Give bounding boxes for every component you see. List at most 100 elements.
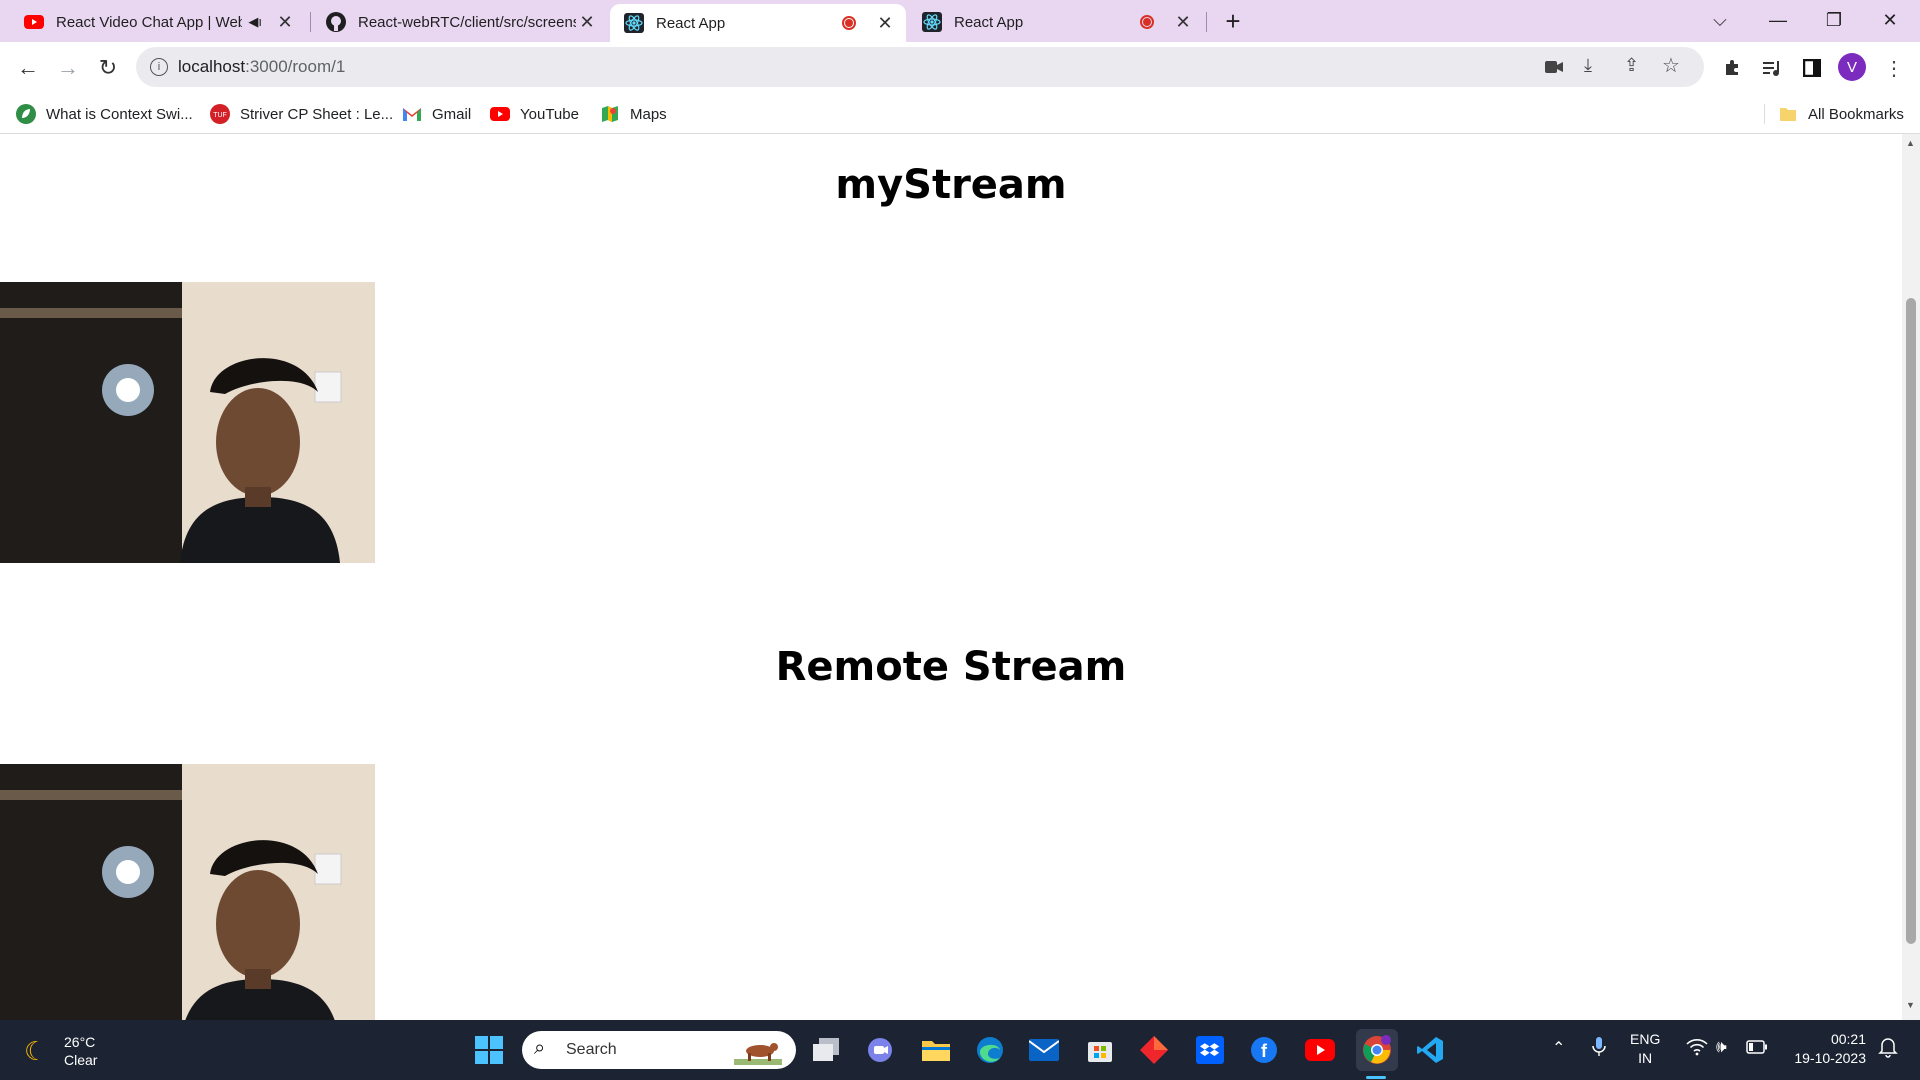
show-hidden-icons-icon[interactable]: ⌃ xyxy=(1552,1038,1565,1058)
clock-date: 19-10-2023 xyxy=(1794,1050,1866,1066)
wifi-icon[interactable] xyxy=(1686,1038,1708,1061)
close-tab-icon[interactable]: ✕ xyxy=(1172,11,1194,33)
tab-search-icon[interactable]: ⌵ xyxy=(1692,0,1748,40)
media-control-icon[interactable] xyxy=(1758,54,1786,82)
page-scrollbar[interactable]: ▲ ▼ xyxy=(1902,134,1920,1020)
taskbar-search[interactable]: ⌕ Search xyxy=(522,1031,796,1069)
tab-youtube[interactable]: React Video Chat App | Web ◀ı ✕ xyxy=(10,5,306,39)
clock-time: 00:21 xyxy=(1830,1031,1866,1047)
scrollbar-thumb[interactable] xyxy=(1906,298,1916,944)
region-code: IN xyxy=(1638,1050,1653,1066)
leaf-icon xyxy=(16,104,36,124)
site-info-icon[interactable]: i xyxy=(150,58,168,76)
install-app-icon[interactable]: ⤓ xyxy=(1584,55,1592,76)
moon-icon: ☾ xyxy=(24,1036,48,1066)
minimize-icon[interactable]: — xyxy=(1750,0,1806,40)
vscode-icon[interactable] xyxy=(1412,1032,1448,1068)
remote-stream-heading: Remote Stream xyxy=(775,644,1127,690)
bookmark-item[interactable]: Maps xyxy=(600,102,667,126)
system-clock[interactable]: 00:21 19-10-2023 xyxy=(1782,1030,1866,1068)
close-window-icon[interactable]: ✕ xyxy=(1862,0,1918,40)
bookmark-item[interactable]: YouTube xyxy=(490,102,579,126)
chrome-taskbar-icon[interactable] xyxy=(1356,1029,1398,1071)
bookmark-label: Gmail xyxy=(432,105,472,123)
windows-taskbar: ☾ 26°C Clear ⌕ Search f ⌃ ENG IN 🕪 00:21… xyxy=(0,1020,1920,1080)
browser-toolbar: ← → ↻ i localhost:3000/room/1 ⤓ ⇪ ☆ V ⋮ xyxy=(0,42,1920,94)
search-placeholder: Search xyxy=(566,1041,617,1058)
bookmark-item[interactable]: Gmail xyxy=(402,102,471,126)
tab-separator xyxy=(310,12,311,32)
scroll-down-icon[interactable]: ▼ xyxy=(1906,1000,1915,1010)
close-tab-icon[interactable]: ✕ xyxy=(274,11,296,33)
bookmarks-divider xyxy=(1764,104,1765,124)
reload-icon[interactable]: ↻ xyxy=(92,52,124,84)
bookmark-star-icon[interactable]: ☆ xyxy=(1662,53,1680,78)
language-indicator[interactable]: ENG IN xyxy=(1630,1030,1660,1068)
windows-start-icon[interactable] xyxy=(471,1032,507,1068)
bookmark-label: Striver CP Sheet : Le... xyxy=(240,105,394,123)
close-tab-icon[interactable]: ✕ xyxy=(576,11,598,33)
camera-in-use-icon[interactable] xyxy=(1544,57,1564,77)
forward-icon[interactable]: → xyxy=(52,52,84,84)
share-icon[interactable]: ⇪ xyxy=(1624,55,1639,76)
recording-icon xyxy=(1140,15,1154,29)
tab-react-app[interactable]: React App ✕ xyxy=(908,5,1204,39)
remote-stream-video[interactable] xyxy=(0,764,375,1020)
microphone-icon[interactable] xyxy=(1592,1036,1606,1063)
all-bookmarks-button[interactable]: All Bookmarks xyxy=(1778,102,1904,126)
bookmark-item[interactable]: TUF Striver CP Sheet : Le... xyxy=(210,102,393,126)
volume-icon[interactable]: 🕪 xyxy=(1716,1037,1727,1057)
language-code: ENG xyxy=(1630,1031,1661,1047)
url-text[interactable]: localhost:3000/room/1 xyxy=(178,57,345,77)
react-icon xyxy=(624,13,644,33)
tuf-icon: TUF xyxy=(210,104,230,124)
profile-avatar[interactable]: V xyxy=(1838,53,1866,81)
microsoft-store-icon[interactable] xyxy=(1082,1032,1118,1068)
red-diamond-app-icon[interactable] xyxy=(1136,1032,1172,1068)
folder-icon xyxy=(1778,104,1798,124)
youtube-icon xyxy=(490,104,510,124)
close-tab-icon[interactable]: ✕ xyxy=(874,12,896,34)
back-icon[interactable]: ← xyxy=(12,52,44,84)
search-highlight-icon xyxy=(734,1035,782,1070)
dropbox-icon[interactable] xyxy=(1192,1032,1228,1068)
react-icon xyxy=(922,12,942,32)
maps-icon xyxy=(600,104,620,124)
search-icon: ⌕ xyxy=(534,1037,546,1059)
menu-kebab-icon[interactable]: ⋮ xyxy=(1880,54,1908,82)
teams-chat-icon[interactable] xyxy=(862,1032,898,1068)
tab-react-app-active[interactable]: React App ✕ xyxy=(610,4,906,42)
youtube-app-icon[interactable] xyxy=(1302,1032,1338,1068)
my-stream-heading: myStream xyxy=(835,162,1067,208)
address-bar[interactable]: i localhost:3000/room/1 ⤓ ⇪ ☆ xyxy=(136,47,1704,87)
bookmark-item[interactable]: What is Context Swi... xyxy=(16,102,193,126)
restore-icon[interactable]: ❐ xyxy=(1806,0,1862,40)
gmail-icon xyxy=(402,104,422,124)
edge-icon[interactable] xyxy=(972,1032,1008,1068)
url-host: localhost xyxy=(178,57,246,76)
bookmark-label: Maps xyxy=(630,105,667,123)
speaker-icon[interactable]: ◀ı xyxy=(248,14,262,30)
side-panel-icon[interactable] xyxy=(1798,54,1826,82)
tab-title: React App xyxy=(954,13,1024,31)
notifications-icon[interactable] xyxy=(1878,1036,1898,1063)
task-view-icon[interactable] xyxy=(808,1032,844,1068)
bookmarks-bar: What is Context Swi... TUF Striver CP Sh… xyxy=(0,94,1920,134)
battery-icon[interactable] xyxy=(1746,1040,1768,1059)
facebook-icon[interactable]: f xyxy=(1246,1032,1282,1068)
file-explorer-icon[interactable] xyxy=(918,1032,954,1068)
svg-text:f: f xyxy=(1261,1041,1268,1061)
new-tab-button[interactable]: + xyxy=(1218,6,1248,36)
tab-strip: React Video Chat App | Web ◀ı ✕ React-we… xyxy=(0,0,1920,42)
scroll-up-icon[interactable]: ▲ xyxy=(1906,138,1915,148)
tab-title: React App xyxy=(656,14,726,32)
my-stream-video[interactable] xyxy=(0,282,375,563)
recording-icon xyxy=(842,16,856,30)
mail-icon[interactable] xyxy=(1026,1032,1062,1068)
tab-github[interactable]: React-webRTC/client/src/screens ✕ xyxy=(312,5,608,39)
svg-text:TUF: TUF xyxy=(213,112,227,119)
bookmark-label: What is Context Swi... xyxy=(46,105,193,123)
tab-title: React Video Chat App | Web xyxy=(56,13,243,31)
extensions-icon[interactable] xyxy=(1718,54,1746,82)
weather-desc: Clear xyxy=(64,1052,98,1068)
